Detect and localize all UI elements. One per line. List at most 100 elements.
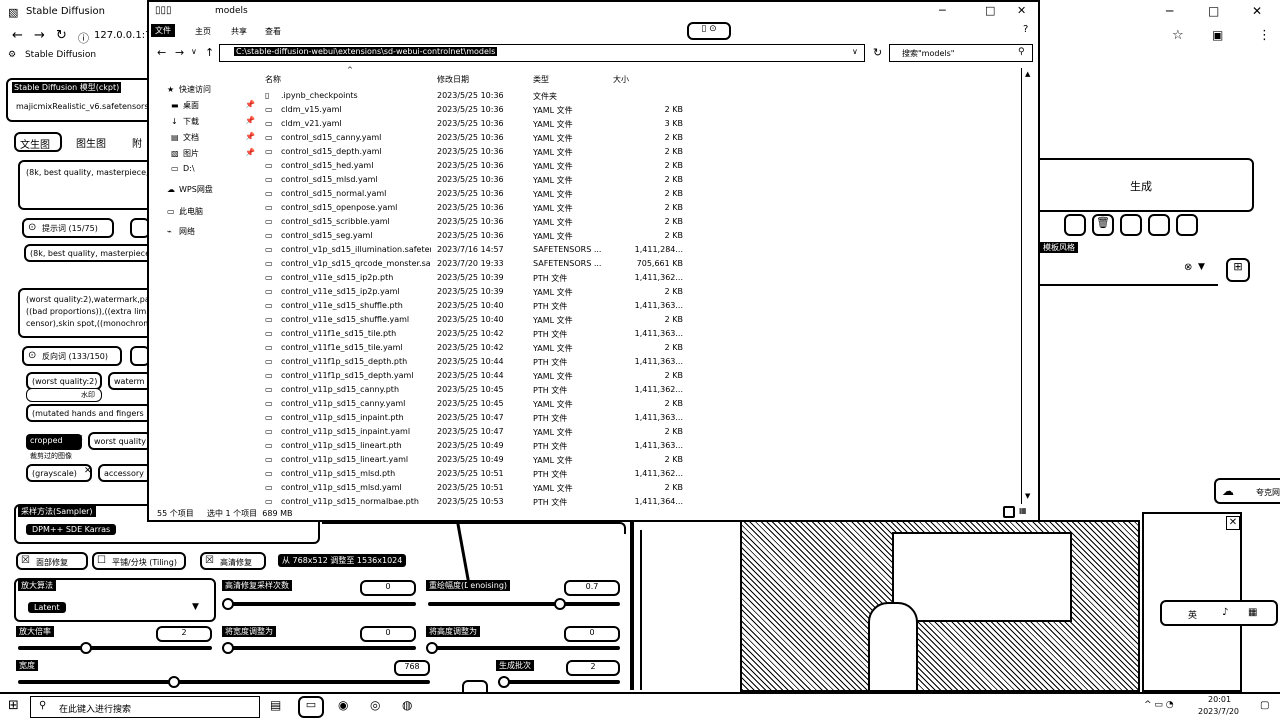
nav-wps-cloud[interactable]: ☁ WPS网盘 [167,184,213,195]
file-row[interactable]: ▭ cldm_v21.yaml 2023/5/25 10:36 YAML 文件 3 KB [265,118,685,132]
ribbon-expand-icon[interactable]: ▯ ⊙ [687,22,731,40]
file-row[interactable]: ▭ control_v11p_sd15_canny.yaml 2023/5/25 1… [265,398,685,412]
file-row[interactable]: ▭ control_sd15_normal.yaml 2023/5/25 10:36… [265,188,685,202]
refresh-icon[interactable]: ↻ [873,46,882,59]
scroll-up-icon[interactable]: ▲ [1025,70,1030,78]
file-size: 2 KB [664,189,683,198]
notification-icon[interactable]: ▢ [1260,700,1269,711]
file-type: YAML 文件 [533,288,573,297]
file-row[interactable]: ▭ control_v11p_sd15_normalbae.pth 2023/5/2… [265,496,685,508]
file-row[interactable]: ▭ control_sd15_hed.yaml 2023/5/25 10:36 YAM… [265,160,685,174]
file-row[interactable]: ▭ control_v1p_sd15_illumination.safeten..… [265,244,685,258]
file-size: 1,411,362... [634,273,683,282]
file-row[interactable]: ▭ control_sd15_mlsd.yaml 2023/5/25 10:36 YA… [265,174,685,188]
file-row[interactable]: ▭ control_v11e_sd15_shuffle.pth 2023/5/25 … [265,300,685,314]
ribbon-tab-share[interactable]: 共享 [231,26,247,37]
ribbon-tab-home[interactable]: 主页 [195,26,211,37]
chevron-down-icon[interactable]: ∨ [852,47,858,56]
taskbar-search[interactable]: ⚲ 在此键入进行搜索 [30,696,260,718]
nav-documents[interactable]: ▤ 文档 [171,132,199,143]
file-row[interactable]: ▭ control_v11e_sd15_ip2p.pth 2023/5/25 10:… [265,272,685,286]
file-icon: ▭ [265,357,273,366]
task-view-icon[interactable]: ▤ [270,698,281,712]
file-size: 1,411,362... [634,469,683,478]
details-view-icon[interactable] [1003,506,1015,518]
path-bar[interactable]: C:\stable-diffusion-webui\extensions\sd-… [219,44,865,62]
file-row[interactable]: ▭ control_v11p_sd15_inpaint.pth 2023/5/25 … [265,412,685,426]
tray-icons[interactable]: ^ ▭ ◔ [1144,700,1174,710]
file-row[interactable]: ▭ control_v11f1e_sd15_tile.yaml 2023/5/25 … [265,342,685,356]
clock-time[interactable]: 20:01 [1208,695,1231,704]
file-row[interactable]: ▭ control_sd15_seg.yaml 2023/5/25 10:36 YAM… [265,230,685,244]
nav-downloads[interactable]: ↓ 下载 [171,116,199,127]
scroll-down-icon[interactable]: ▼ [1025,492,1030,500]
file-type: PTH 文件 [533,386,568,395]
file-type: PTH 文件 [533,470,568,479]
back-icon[interactable]: ← [157,46,166,59]
minimize-button[interactable]: ─ [939,4,946,17]
file-row[interactable]: ▭ control_v11p_sd15_lineart.yaml 2023/5/25… [265,454,685,468]
ribbon-tab-view[interactable]: 查看 [265,26,281,37]
maximize-button[interactable]: □ [985,4,995,17]
nav-this-pc[interactable]: ▭ 此电脑 [167,206,203,217]
file-type: PTH 文件 [533,442,568,451]
nav-quick-access[interactable]: ★ 快速访问 [167,84,211,95]
file-row[interactable]: ▭ control_v11f1e_sd15_tile.pth 2023/5/25 1… [265,328,685,342]
nav-d-drive[interactable]: ▭ D:\ [171,164,195,173]
taskbar-app-icon[interactable]: ◍ [402,698,412,712]
scrollbar[interactable]: ▲ ▼ [1021,68,1035,504]
file-icon: ▭ [265,455,273,464]
large-icons-view-icon[interactable]: ▦ [1019,506,1027,515]
file-row[interactable]: ▯ .ipynb_checkpoints 2023/5/25 10:36 文件夹 [265,90,685,104]
taskbar-app-icon[interactable]: ◉ [338,698,348,712]
taskbar-app-explorer[interactable]: ▭ [298,696,324,718]
forward-icon[interactable]: → [175,46,184,59]
nav-label: 快速访问 [179,85,211,94]
file-row[interactable]: ▭ control_v11e_sd15_shuffle.yaml 2023/5/25… [265,314,685,328]
nav-desktop[interactable]: ▬ 桌面 [171,100,199,111]
search-box[interactable]: 搜索"models" ⚲ [889,44,1033,62]
file-row[interactable]: ▭ control_sd15_openpose.yaml 2023/5/25 10:… [265,202,685,216]
quick-access-toolbar-icon[interactable]: ▯▯▯ [155,5,172,16]
up-icon[interactable]: ↑ [205,46,214,59]
clock-date[interactable]: 2023/7/20 [1198,707,1239,716]
file-row[interactable]: ▭ control_v11f1p_sd15_depth.pth 2023/5/25 … [265,356,685,370]
taskbar-app-icon[interactable]: ◎ [370,698,380,712]
column-size[interactable]: 大小 [613,74,629,85]
file-row[interactable]: ▭ control_sd15_scribble.yaml 2023/5/25 10:… [265,216,685,230]
file-name: control_sd15_openpose.yaml [281,203,398,212]
file-row[interactable]: ▭ control_v11p_sd15_mlsd.yaml 2023/5/25 10… [265,482,685,496]
window-title: models [215,6,248,16]
file-size: 1,411,284... [634,245,683,254]
file-row[interactable]: ▭ control_v11f1p_sd15_depth.yaml 2023/5/25… [265,370,685,384]
help-icon[interactable]: ? [1023,24,1028,35]
file-size: 2 KB [664,161,683,170]
file-size: 2 KB [664,105,683,114]
file-icon: ▭ [265,385,273,394]
recent-icon[interactable]: ∨ [191,47,197,56]
status-bar: 55 个项目 选中 1 个项目 689 MB ▦ [157,506,1027,520]
file-name: control_v11f1e_sd15_tile.yaml [281,343,403,352]
windows-start-icon[interactable]: ⊞ [8,698,19,713]
file-name: control_sd15_depth.yaml [281,147,382,156]
nav-pictures[interactable]: ▧ 图片 [171,148,199,159]
nav-network[interactable]: ⌁ 网络 [167,226,195,237]
nav-label: 下载 [183,117,199,126]
file-row[interactable]: ▭ control_v11p_sd15_mlsd.pth 2023/5/25 10:… [265,468,685,482]
nav-label: 网络 [179,227,195,236]
column-name[interactable]: 名称 [265,74,281,85]
column-date[interactable]: 修改日期 [437,74,469,85]
file-row[interactable]: ▭ control_v11p_sd15_inpaint.yaml 2023/5/25… [265,426,685,440]
file-row[interactable]: ▭ control_sd15_depth.yaml 2023/5/25 10:36 Y… [265,146,685,160]
column-type[interactable]: 类型 [533,74,549,85]
file-row[interactable]: ▭ control_v11e_sd15_ip2p.yaml 2023/5/25 10… [265,286,685,300]
file-type: YAML 文件 [533,120,573,129]
nav-label: 此电脑 [179,207,203,216]
file-row[interactable]: ▭ control_v1p_sd15_qrcode_monster.sa... 20… [265,258,685,272]
file-row[interactable]: ▭ control_sd15_canny.yaml 2023/5/25 10:36 Y… [265,132,685,146]
file-row[interactable]: ▭ control_v11p_sd15_lineart.pth 2023/5/25 … [265,440,685,454]
close-button[interactable]: ✕ [1017,4,1026,17]
file-row[interactable]: ▭ cldm_v15.yaml 2023/5/25 10:36 YAML 文件 2 KB [265,104,685,118]
ribbon-tab-file[interactable]: 文件 [151,24,175,37]
file-row[interactable]: ▭ control_v11p_sd15_canny.pth 2023/5/25 10… [265,384,685,398]
